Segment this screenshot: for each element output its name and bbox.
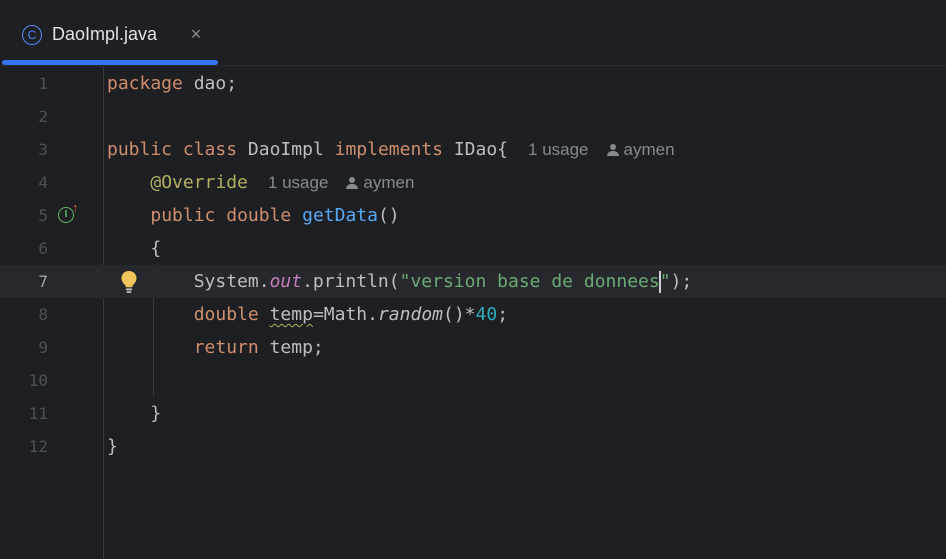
code-text: public double getData() bbox=[150, 205, 400, 226]
code-line-12[interactable]: 12 } bbox=[0, 430, 946, 463]
code-line-2[interactable]: 2 bbox=[0, 100, 946, 133]
line-number: 10 bbox=[28, 371, 48, 390]
usages-hint[interactable]: 1 usage bbox=[268, 173, 329, 192]
code-editor[interactable]: 1 package dao; 2 3 public class DaoImpl … bbox=[0, 66, 946, 559]
code-line-1[interactable]: 1 package dao; bbox=[0, 67, 946, 100]
line-number: 5 bbox=[38, 206, 48, 225]
code-line-5[interactable]: 5 I ↑ public double getData() bbox=[0, 199, 946, 232]
line-number: 9 bbox=[38, 338, 48, 357]
code-line-7[interactable]: 7 System.out.println("version base de do… bbox=[0, 265, 946, 298]
line-number: 1 bbox=[38, 74, 48, 93]
line-number: 7 bbox=[38, 272, 48, 291]
close-icon[interactable]: × bbox=[186, 22, 206, 46]
code-text: double temp=Math.random()*40; bbox=[193, 304, 509, 325]
person-icon bbox=[606, 144, 619, 156]
code-line-3[interactable]: 3 public class DaoImpl implements IDao{1… bbox=[0, 133, 946, 166]
code-text: @Override 1 usage aymen bbox=[150, 172, 415, 193]
code-line-4[interactable]: 4 @Override 1 usage aymen bbox=[0, 166, 946, 199]
tab-label: DaoImpl.java bbox=[52, 24, 158, 44]
line-number: 6 bbox=[38, 239, 48, 258]
line-number: 8 bbox=[38, 305, 48, 324]
active-tab-indicator bbox=[2, 60, 218, 65]
arrow-up-icon: ↑ bbox=[72, 200, 79, 215]
author-hint[interactable]: aymen bbox=[346, 173, 414, 192]
code-line-6[interactable]: 6 { bbox=[0, 232, 946, 265]
line-number: 11 bbox=[28, 404, 48, 423]
code-text: } bbox=[107, 436, 118, 457]
line-number: 12 bbox=[28, 437, 48, 456]
code-line-9[interactable]: 9 return temp; bbox=[0, 331, 946, 364]
code-text: System.out.println("version base de donn… bbox=[107, 271, 693, 293]
line-number: 4 bbox=[38, 173, 48, 192]
code-line-10[interactable]: 10 bbox=[0, 364, 946, 397]
line-number: 2 bbox=[38, 107, 48, 126]
code-text: { bbox=[107, 238, 162, 259]
person-icon bbox=[346, 177, 359, 189]
code-line-8[interactable]: 8 double temp=Math.random()*40; bbox=[0, 298, 946, 331]
java-class-icon: C bbox=[22, 25, 42, 45]
editor-tab-bar: C DaoImpl.java × bbox=[0, 0, 946, 66]
code-text: public class DaoImpl implements IDao{1 u… bbox=[107, 139, 675, 160]
author-hint[interactable]: aymen bbox=[606, 140, 675, 159]
warning-squiggle: temp bbox=[269, 304, 313, 325]
code-line-11[interactable]: 11 } bbox=[0, 397, 946, 430]
tab-daoimpl-java[interactable]: C DaoImpl.java × bbox=[0, 0, 218, 65]
usages-hint[interactable]: 1 usage bbox=[528, 140, 589, 159]
line-number: 3 bbox=[38, 140, 48, 159]
code-text: } bbox=[107, 403, 162, 424]
code-text: package dao; bbox=[107, 73, 238, 94]
code-text: return temp; bbox=[193, 337, 324, 358]
